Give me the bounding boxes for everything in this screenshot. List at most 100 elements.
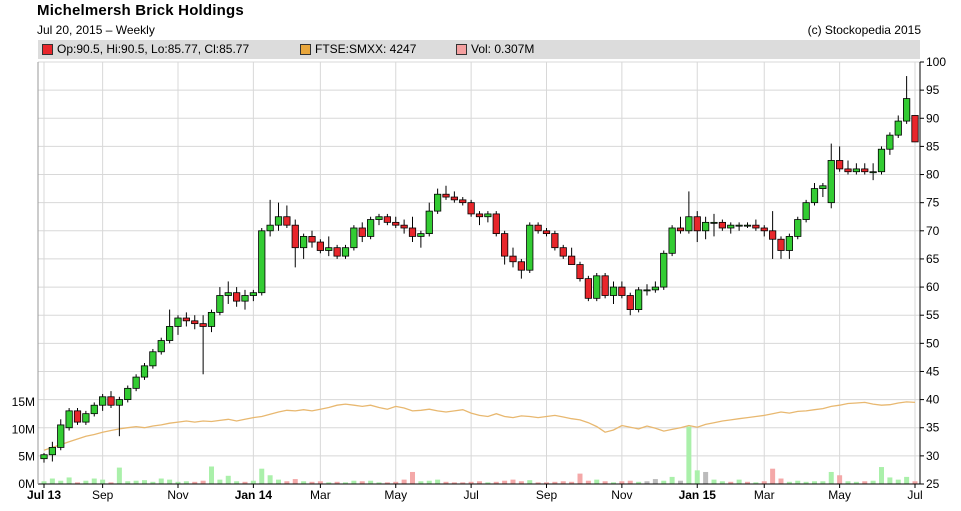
candle: [417, 230, 425, 248]
volume-bar: [276, 479, 281, 484]
volume-bar: [703, 471, 709, 484]
candle: [459, 197, 467, 206]
candle-body: [40, 454, 48, 460]
candle: [300, 233, 308, 259]
candle-body: [869, 171, 877, 174]
candle: [475, 211, 484, 226]
candle: [57, 419, 65, 451]
price-tick-label: 75: [926, 196, 940, 210]
candle: [350, 225, 358, 251]
candle-body: [559, 247, 567, 257]
candle-body: [542, 230, 551, 235]
candle: [450, 191, 458, 203]
candle-body: [794, 219, 802, 237]
candle-body: [501, 233, 509, 257]
candle-body: [609, 286, 618, 296]
candle: [157, 337, 165, 355]
candle-body: [827, 160, 835, 204]
candle: [241, 289, 249, 310]
candle-body: [693, 216, 701, 232]
candle: [576, 261, 584, 282]
candle: [601, 273, 609, 299]
volume-bar: [904, 476, 910, 484]
candle-body: [702, 221, 710, 232]
candle-body: [266, 224, 274, 232]
price-tick-label: 95: [926, 83, 940, 97]
candle: [425, 202, 433, 237]
candle-body: [752, 224, 760, 229]
candle-body: [819, 185, 827, 190]
volume-bar: [116, 467, 122, 484]
candle-body: [99, 396, 107, 406]
candle: [827, 143, 835, 209]
volume-tick-label: 5M: [18, 450, 35, 464]
price-tick-label: 35: [926, 421, 940, 435]
candle-body: [392, 221, 400, 226]
candle-body: [886, 134, 894, 150]
volume-bar: [770, 468, 776, 484]
candle-body: [568, 255, 576, 265]
candle-body: [643, 289, 651, 292]
candle-body: [434, 193, 442, 212]
volume-bar: [401, 479, 407, 484]
candle: [358, 222, 366, 243]
candle: [367, 216, 375, 240]
candle-body: [668, 227, 676, 254]
candle: [115, 396, 123, 437]
candle: [82, 410, 90, 425]
volume-bar: [527, 480, 533, 484]
candle-body: [132, 376, 140, 389]
candle: [333, 244, 341, 259]
candle: [584, 275, 592, 302]
candle-body: [48, 447, 56, 456]
volume-bar: [652, 479, 658, 484]
volume-bar: [167, 479, 173, 484]
candle: [635, 287, 643, 313]
volume-bar: [887, 477, 893, 484]
candle: [90, 402, 98, 417]
candle: [559, 244, 567, 259]
candle: [794, 216, 802, 240]
candle-body: [199, 323, 207, 327]
candle-body: [861, 168, 869, 173]
candle: [442, 185, 450, 200]
volume-bar: [879, 467, 884, 484]
candle: [199, 315, 207, 375]
candle: [40, 453, 48, 463]
candle: [760, 225, 768, 237]
volume-bar: [669, 476, 675, 484]
candle: [191, 315, 199, 330]
x-tick-label: Jul: [907, 488, 922, 502]
candle: [467, 199, 475, 217]
candle: [517, 258, 525, 279]
candle-body: [685, 216, 693, 232]
candle: [668, 225, 676, 257]
candle-body: [836, 160, 844, 170]
candle-body: [358, 227, 366, 237]
price-tick-label: 30: [926, 449, 940, 463]
candle-body: [534, 224, 542, 232]
volume-bar: [91, 478, 97, 484]
volume-bar: [711, 479, 717, 484]
candle: [593, 273, 601, 302]
candle-body: [576, 264, 584, 280]
volume-bar: [142, 480, 147, 484]
candle-body: [844, 168, 852, 173]
candle: [48, 441, 56, 462]
candle-body: [601, 275, 609, 296]
candle: [877, 146, 886, 175]
candle-body: [526, 224, 534, 271]
x-tick-label: May: [828, 488, 851, 502]
volume-bar: [158, 478, 164, 484]
volume-bar: [225, 475, 231, 484]
price-tick-label: 70: [926, 224, 940, 238]
candle-body: [333, 247, 341, 257]
volume-bar: [259, 468, 265, 484]
candle: [618, 281, 626, 299]
candle: [216, 287, 224, 316]
price-tick-label: 90: [926, 111, 940, 125]
price-tick-label: 55: [926, 308, 940, 322]
candle: [509, 247, 517, 268]
candle: [651, 281, 659, 293]
candle-body: [743, 224, 752, 227]
